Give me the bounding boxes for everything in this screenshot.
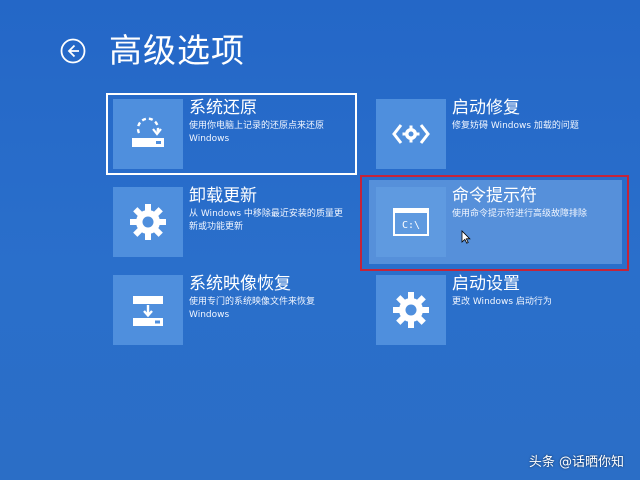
option-tile (113, 99, 183, 169)
option-description: 从 Windows 中移除最近安装的质量更新或功能更新 (189, 209, 343, 232)
page-title: 高级选项 (109, 31, 245, 70)
option-tile: C:\ (376, 187, 446, 257)
option-title: 启动修复 (452, 98, 520, 118)
option-description: 使用专门的系统映像文件来恢复 Windows (189, 297, 316, 320)
option-title: 命令提示符 (452, 186, 537, 206)
option-description: 使用命令提示符进行高级故障排除 (452, 209, 588, 219)
option-tile (376, 99, 446, 169)
option-text: 系统映像恢复 使用专门的系统映像文件来恢复 Windows (189, 273, 349, 322)
option-description: 更改 Windows 启动行为 (452, 297, 552, 307)
watermark: 头条 @话晒你知 (528, 455, 624, 470)
code-brackets-icon (392, 124, 430, 144)
mouse-cursor-icon (461, 230, 471, 244)
option-title: 启动设置 (452, 274, 520, 294)
header: 高级选项 (60, 30, 245, 72)
option-tile (376, 275, 446, 345)
option-system-restore[interactable]: 系统还原 使用你电脑上记录的还原点来还原 Windows (106, 93, 357, 175)
option-startup-repair[interactable]: 启动修复 修复妨碍 Windows 加载的问题 (376, 97, 616, 171)
gear-icon (393, 292, 429, 328)
option-startup-settings[interactable]: 启动设置 更改 Windows 启动行为 (376, 273, 616, 347)
svg-text:C:\: C:\ (402, 220, 420, 231)
option-command-prompt[interactable]: C:\ 命令提示符 使用命令提示符进行高级故障排除 (369, 180, 622, 264)
option-title: 系统映像恢复 (189, 274, 291, 294)
image-recovery-icon (133, 296, 163, 326)
option-uninstall-updates[interactable]: 卸载更新 从 Windows 中移除最近安装的质量更新或功能更新 (113, 185, 353, 259)
option-description: 修复妨碍 Windows 加载的问题 (452, 121, 579, 131)
advanced-options-screen: 高级选项 系统还原 使用你电脑上记录的还原点来还原 Windows 卸载更新 从… (0, 0, 640, 480)
option-text: 启动设置 更改 Windows 启动行为 (452, 273, 552, 309)
option-system-image-recovery[interactable]: 系统映像恢复 使用专门的系统映像文件来恢复 Windows (113, 273, 353, 347)
system-restore-icon (132, 117, 164, 147)
option-text: 命令提示符 使用命令提示符进行高级故障排除 (452, 185, 587, 221)
option-title: 系统还原 (189, 98, 257, 118)
option-text: 卸载更新 从 Windows 中移除最近安装的质量更新或功能更新 (189, 185, 349, 234)
command-prompt-icon: C:\ (393, 208, 429, 236)
option-title: 卸载更新 (189, 186, 257, 206)
option-description: 使用你电脑上记录的还原点来还原 Windows (189, 121, 325, 144)
option-text: 系统还原 使用你电脑上记录的还原点来还原 Windows (189, 97, 349, 146)
gear-icon (130, 204, 166, 240)
back-arrow-icon[interactable] (60, 38, 86, 64)
option-tile (113, 187, 183, 257)
option-text: 启动修复 修复妨碍 Windows 加载的问题 (452, 97, 579, 133)
option-tile (113, 275, 183, 345)
